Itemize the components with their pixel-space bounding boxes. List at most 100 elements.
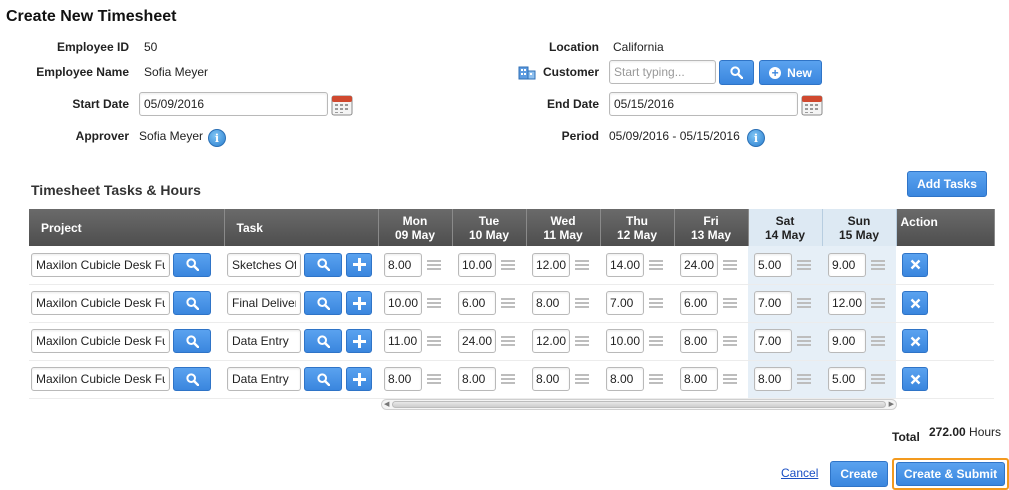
notes-menu-icon[interactable] xyxy=(575,336,589,346)
hours-input[interactable] xyxy=(458,291,496,315)
hours-input[interactable] xyxy=(680,252,718,277)
task-search-button[interactable] xyxy=(304,252,342,277)
hours-input[interactable] xyxy=(606,329,644,353)
hours-input[interactable] xyxy=(606,252,644,277)
hours-input[interactable] xyxy=(754,329,792,353)
horizontal-scrollbar[interactable]: ◀ ▶ xyxy=(381,399,897,410)
hours-input[interactable] xyxy=(384,367,422,391)
add-subtask-button[interactable] xyxy=(346,367,372,391)
customer-input[interactable] xyxy=(609,60,716,84)
hours-input[interactable] xyxy=(532,367,570,391)
notes-menu-icon[interactable] xyxy=(797,259,811,270)
notes-menu-icon[interactable] xyxy=(427,336,441,346)
end-date-input[interactable] xyxy=(609,92,798,116)
notes-menu-icon[interactable] xyxy=(723,336,737,346)
notes-menu-icon[interactable] xyxy=(649,259,663,270)
start-date-input[interactable] xyxy=(139,92,328,116)
add-subtask-button[interactable] xyxy=(346,329,372,353)
project-input[interactable] xyxy=(31,367,170,391)
notes-menu-icon[interactable] xyxy=(649,374,663,384)
hours-input[interactable] xyxy=(384,291,422,315)
hours-input[interactable] xyxy=(828,329,866,353)
create-button[interactable]: Create xyxy=(830,461,888,487)
task-input[interactable] xyxy=(227,252,301,277)
hours-input[interactable] xyxy=(458,367,496,391)
notes-menu-icon[interactable] xyxy=(501,259,515,270)
hours-input[interactable] xyxy=(754,291,792,315)
notes-menu-icon[interactable] xyxy=(575,298,589,308)
delete-row-button[interactable] xyxy=(902,252,928,277)
notes-menu-icon[interactable] xyxy=(501,374,515,384)
add-subtask-button[interactable] xyxy=(346,252,372,277)
task-search-button[interactable] xyxy=(304,367,342,391)
notes-menu-icon[interactable] xyxy=(649,298,663,308)
hours-input[interactable] xyxy=(458,329,496,353)
hours-input[interactable] xyxy=(680,329,718,353)
hours-input[interactable] xyxy=(828,367,866,391)
notes-menu-icon[interactable] xyxy=(723,259,737,270)
hours-input[interactable] xyxy=(754,367,792,391)
task-input[interactable] xyxy=(227,291,301,315)
notes-menu-icon[interactable] xyxy=(501,298,515,308)
project-search-button[interactable] xyxy=(173,329,211,353)
notes-menu-icon[interactable] xyxy=(427,374,441,384)
customer-search-button[interactable] xyxy=(719,60,754,85)
cancel-link[interactable]: Cancel xyxy=(781,466,818,480)
hours-input[interactable] xyxy=(606,367,644,391)
notes-menu-icon[interactable] xyxy=(871,259,885,270)
calendar-icon[interactable] xyxy=(801,94,823,119)
project-input[interactable] xyxy=(31,291,170,315)
notes-menu-icon[interactable] xyxy=(723,298,737,308)
notes-menu-icon[interactable] xyxy=(427,298,441,308)
scroll-right-arrow-icon[interactable]: ▶ xyxy=(889,401,894,409)
notes-menu-icon[interactable] xyxy=(797,374,811,384)
task-search-button[interactable] xyxy=(304,291,342,315)
task-input[interactable] xyxy=(227,329,301,353)
project-search-button[interactable] xyxy=(173,291,211,315)
day-name: Sun xyxy=(847,213,871,228)
project-input[interactable] xyxy=(31,329,170,353)
action-cell xyxy=(896,246,994,285)
hours-input[interactable] xyxy=(680,367,718,391)
notes-menu-icon[interactable] xyxy=(871,374,885,384)
hours-input[interactable] xyxy=(828,291,866,315)
calendar-icon[interactable] xyxy=(331,94,353,119)
notes-menu-icon[interactable] xyxy=(427,259,441,270)
notes-menu-icon[interactable] xyxy=(871,298,885,308)
project-search-button[interactable] xyxy=(173,367,211,391)
hours-input[interactable] xyxy=(458,252,496,277)
hours-input[interactable] xyxy=(532,329,570,353)
notes-menu-icon[interactable] xyxy=(649,336,663,346)
hours-input[interactable] xyxy=(680,291,718,315)
delete-row-button[interactable] xyxy=(902,329,928,353)
add-tasks-button[interactable]: Add Tasks xyxy=(907,171,987,197)
task-input[interactable] xyxy=(227,367,301,391)
hours-input[interactable] xyxy=(606,291,644,315)
new-button-label: New xyxy=(787,65,812,80)
hours-input[interactable] xyxy=(754,252,792,277)
notes-menu-icon[interactable] xyxy=(871,336,885,346)
notes-menu-icon[interactable] xyxy=(501,336,515,346)
notes-menu-icon[interactable] xyxy=(723,374,737,384)
notes-menu-icon[interactable] xyxy=(575,259,589,270)
period-info-icon[interactable]: i xyxy=(747,129,765,147)
new-customer-button[interactable]: + New xyxy=(759,60,822,85)
project-input[interactable] xyxy=(31,252,170,277)
scroll-left-arrow-icon[interactable]: ◀ xyxy=(384,401,389,409)
notes-menu-icon[interactable] xyxy=(575,374,589,384)
add-subtask-button[interactable] xyxy=(346,291,372,315)
notes-menu-icon[interactable] xyxy=(797,298,811,308)
hours-input[interactable] xyxy=(828,252,866,277)
delete-row-button[interactable] xyxy=(902,291,928,315)
delete-row-button[interactable] xyxy=(902,367,928,391)
hours-input[interactable] xyxy=(532,291,570,315)
task-search-button[interactable] xyxy=(304,329,342,353)
hours-input[interactable] xyxy=(532,252,570,277)
hours-input[interactable] xyxy=(384,329,422,353)
notes-menu-icon[interactable] xyxy=(797,336,811,346)
approver-info-icon[interactable]: i xyxy=(208,129,226,147)
scroll-thumb[interactable] xyxy=(392,401,886,408)
create-submit-button[interactable]: Create & Submit xyxy=(896,462,1005,486)
hours-input[interactable] xyxy=(384,252,422,277)
project-search-button[interactable] xyxy=(173,252,211,277)
